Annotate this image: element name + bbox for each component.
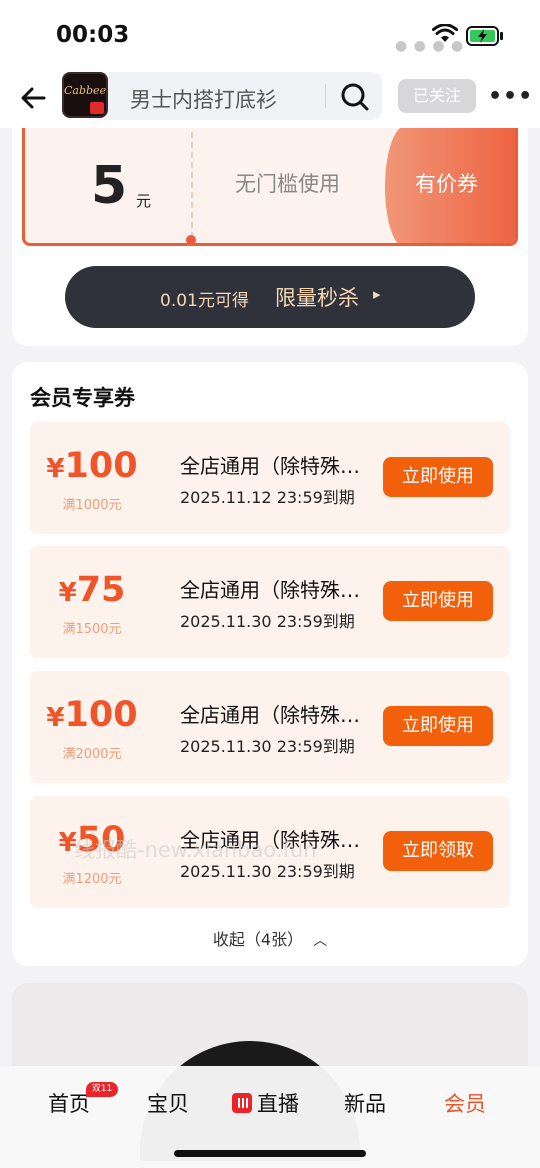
use-coupon-button[interactable]: 立即使用	[383, 706, 493, 746]
wifi-icon	[432, 24, 458, 42]
search-icon[interactable]	[340, 82, 370, 112]
search-text[interactable]: 男士内搭打底衫	[130, 84, 277, 114]
chevron-right-icon: ▸	[373, 285, 381, 303]
member-coupons-section: 会员专享券 ¥100 满1000元 全店通用（除特殊… 2025.11.12 2…	[12, 362, 528, 966]
tab-member[interactable]: 会员	[444, 1088, 486, 1118]
flash-label: 限量秒杀	[275, 286, 359, 310]
amount-value: 75	[76, 570, 126, 610]
coupon-condition: 满1500元	[62, 622, 122, 637]
home-indicator	[174, 1150, 366, 1157]
amount-value: 100	[64, 446, 138, 486]
coupon-description: 无门槛使用	[235, 172, 340, 196]
coupon-expiry: 2025.11.30 23:59到期	[180, 612, 355, 631]
tab-live-label: 直播	[257, 1092, 299, 1116]
coupon-amount: ¥75	[30, 570, 154, 610]
status-time: 00:03	[56, 22, 130, 48]
coupon-amount: ¥100	[30, 446, 154, 486]
use-coupon-button[interactable]: 立即使用	[383, 581, 493, 621]
battery-icon	[466, 26, 503, 46]
tab-products[interactable]: 宝贝	[147, 1088, 189, 1118]
tab-new[interactable]: 新品	[344, 1088, 386, 1118]
member-coupon: ¥100 满2000元 全店通用（除特殊… 2025.11.30 23:59到期…	[30, 671, 510, 783]
collapse-button[interactable]: 收起（4张） ︿	[12, 926, 528, 950]
status-bar: 00:03 ● ● ● ●	[0, 0, 540, 70]
coupon-title: 全店通用（除特殊…	[180, 454, 360, 478]
live-icon	[232, 1093, 252, 1113]
member-coupon: ¥75 满1500元 全店通用（除特殊… 2025.11.30 23:59到期 …	[30, 546, 510, 658]
claim-coupon-button[interactable]: 立即领取	[383, 831, 493, 871]
coupon-condition: 满1000元	[62, 498, 122, 513]
live-badge-icon	[90, 102, 104, 114]
search-bar[interactable]: 男士内搭打底衫	[108, 72, 382, 120]
coupon-expiry: 2025.11.12 23:59到期	[180, 488, 355, 507]
shop-logo[interactable]: Cabbeen	[62, 72, 108, 118]
follow-button[interactable]: 已关注	[398, 79, 476, 113]
currency-symbol: ¥	[58, 578, 77, 608]
use-coupon-button[interactable]: 立即使用	[383, 457, 493, 497]
coupon-condition: 满2000元	[62, 747, 122, 762]
more-icon[interactable]: •••	[488, 84, 533, 109]
coupon-dot	[186, 235, 196, 245]
coupon-divider	[191, 132, 193, 238]
flash-price: 0.01元可得	[160, 291, 249, 311]
amount-value: 100	[64, 695, 138, 735]
chevron-up-icon: ︿	[313, 933, 328, 949]
watermark: 线报酷-new.xianbao.fun	[74, 838, 317, 862]
flash-sale-button[interactable]: 0.01元可得 限量秒杀 ▸	[65, 266, 475, 328]
coupon-amount: ¥100	[30, 695, 154, 735]
search-divider	[325, 84, 326, 108]
coupon-title: 全店通用（除特殊…	[180, 703, 360, 727]
logo-text: Cabbeen	[64, 84, 107, 97]
coupon-card: 5 元 无门槛使用 有价券 0.01元可得 限量秒杀 ▸	[12, 128, 528, 346]
coupon-title: 全店通用（除特殊…	[180, 578, 360, 602]
coupon-expiry: 2025.11.30 23:59到期	[180, 737, 355, 756]
coupon-type: 有价券	[415, 172, 478, 196]
bottom-tab-bar: 首页 双11 宝贝 直播 新品 会员	[0, 1066, 540, 1168]
tab-home[interactable]: 首页	[48, 1088, 90, 1118]
collapse-label: 收起（4张）	[212, 930, 304, 949]
currency-symbol: ¥	[46, 703, 65, 733]
no-threshold-coupon[interactable]: 5 元 无门槛使用 有价券	[22, 128, 518, 246]
back-arrow-icon[interactable]	[18, 82, 50, 114]
tab-live[interactable]: 直播	[232, 1088, 299, 1118]
coupon-amount: 5	[91, 156, 128, 216]
coupon-unit: 元	[136, 192, 152, 210]
member-coupon: ¥100 满1000元 全店通用（除特殊… 2025.11.12 23:59到期…	[30, 422, 510, 534]
coupon-condition: 满1200元	[62, 872, 122, 887]
shop-header: Cabbeen 男士内搭打底衫 已关注 •••	[0, 70, 540, 128]
section-title: 会员专享券	[30, 386, 135, 410]
currency-symbol: ¥	[46, 454, 65, 484]
double11-badge: 双11	[86, 1082, 118, 1097]
